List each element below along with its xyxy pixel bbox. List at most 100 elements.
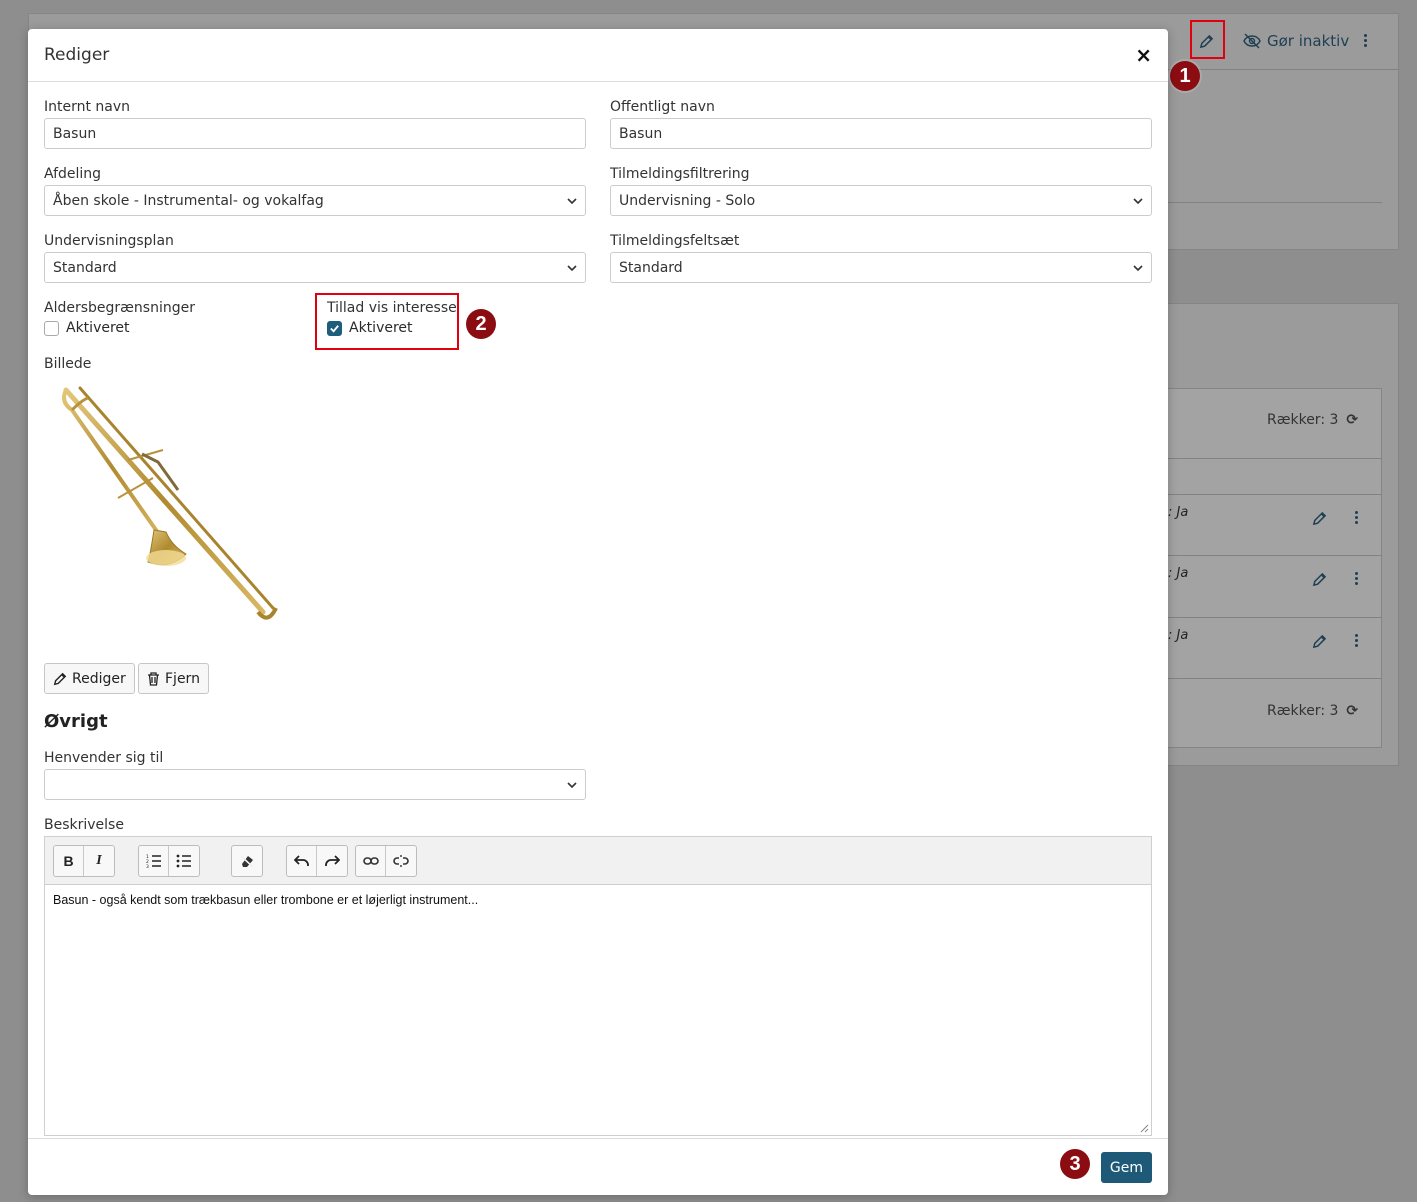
link-button[interactable]: [356, 846, 386, 876]
department-select[interactable]: Åben skole - Instrumental- og vokalfag: [44, 185, 586, 216]
italic-button[interactable]: I: [84, 846, 114, 876]
row-text: : Ja: [1168, 505, 1189, 520]
edit-modal: Rediger × Internt navn Basun Offentligt …: [28, 29, 1168, 1195]
teaching-plan-value: Standard: [53, 259, 117, 276]
redo-icon: [324, 855, 340, 866]
row-edit-button[interactable]: [1312, 572, 1327, 587]
teaching-plan-select[interactable]: Standard: [44, 252, 586, 283]
row-text: : Ja: [1168, 566, 1189, 581]
divider: [1150, 555, 1382, 556]
save-button[interactable]: Gem: [1100, 1152, 1152, 1183]
annotation-marker-2: 2: [466, 309, 496, 339]
chevron-down-icon: [567, 781, 577, 788]
row-edit-button[interactable]: [1312, 634, 1327, 649]
redo-button[interactable]: [317, 846, 347, 876]
annotation-marker-1: 1: [1170, 61, 1200, 91]
divider: [1168, 202, 1382, 203]
eye-slash-icon: [1243, 33, 1261, 49]
bullet-list-icon: [176, 854, 191, 868]
trash-icon: [148, 671, 159, 686]
pencil-icon: [1312, 634, 1327, 649]
department-label: Afdeling: [44, 166, 102, 182]
edit-image-label: Rediger: [72, 670, 126, 687]
row-menu-button[interactable]: [1355, 634, 1358, 647]
unlink-icon: [393, 855, 409, 867]
close-icon[interactable]: ×: [1135, 45, 1152, 65]
public-name-input[interactable]: Basun: [610, 118, 1152, 149]
trombone-image: [62, 386, 278, 620]
internal-name-label: Internt navn: [44, 99, 131, 115]
row-menu-button[interactable]: [1355, 572, 1358, 585]
divider: [1150, 494, 1382, 495]
undo-button[interactable]: [287, 846, 317, 876]
refresh-icon[interactable]: ⟳: [1346, 703, 1358, 719]
teaching-plan-label: Undervisningsplan: [44, 233, 174, 249]
kebab-icon: [1355, 634, 1358, 647]
rows-count-top: Rækker: 3 ⟳: [1267, 412, 1358, 428]
make-inactive-label: Gør inaktiv: [1267, 32, 1350, 50]
bullet-list-button[interactable]: [169, 846, 199, 876]
divider: [1150, 617, 1382, 618]
make-inactive-button[interactable]: Gør inaktiv: [1243, 32, 1349, 50]
row-edit-button[interactable]: [1312, 511, 1327, 526]
remove-image-label: Fjern: [165, 670, 200, 687]
registration-fieldset-label: Tilmeldingsfeltsæt: [610, 233, 740, 249]
age-limits-checkbox[interactable]: [44, 320, 59, 336]
ordered-list-icon: 123: [146, 854, 161, 868]
description-editor[interactable]: B I 123 Basun - også kendt som trækbasun…: [44, 836, 1152, 1136]
clear-format-group: [231, 845, 263, 877]
divider: [1150, 458, 1382, 459]
rows-count-label: Rækker: 3: [1267, 412, 1339, 428]
ordered-list-button[interactable]: 123: [139, 846, 169, 876]
description-text[interactable]: Basun - også kendt som trækbasun eller t…: [45, 885, 1151, 915]
pencil-icon: [53, 672, 67, 685]
kebab-icon: [1355, 511, 1358, 524]
registration-fieldset-select[interactable]: Standard: [610, 252, 1152, 283]
registration-filter-label: Tilmeldingsfiltrering: [610, 166, 750, 182]
link-icon: [362, 857, 379, 865]
internal-name-input[interactable]: Basun: [44, 118, 586, 149]
refresh-icon[interactable]: ⟳: [1346, 412, 1358, 428]
more-menu-button[interactable]: [1364, 34, 1367, 47]
age-limits-label: Aldersbegrænsninger: [44, 300, 195, 316]
format-group: B I: [53, 845, 115, 877]
registration-fieldset-value: Standard: [619, 259, 683, 276]
annotation-marker-3: 3: [1060, 1149, 1090, 1179]
remove-image-button[interactable]: Fjern: [138, 663, 209, 694]
modal-header: Rediger ×: [28, 29, 1168, 82]
other-section-title: Øvrigt: [44, 711, 108, 732]
registration-filter-select[interactable]: Undervisning - Solo: [610, 185, 1152, 216]
chevron-down-icon: [1133, 264, 1143, 271]
clear-format-button[interactable]: [232, 846, 262, 876]
unlink-button[interactable]: [386, 846, 416, 876]
row-menu-button[interactable]: [1355, 511, 1358, 524]
age-limits-checkbox-row[interactable]: Aktiveret: [44, 320, 130, 336]
row-text: : Ja: [1168, 628, 1189, 643]
rows-count-label: Rækker: 3: [1267, 703, 1339, 719]
registration-filter-value: Undervisning - Solo: [619, 192, 756, 209]
divider: [1150, 678, 1382, 679]
history-group: [286, 845, 348, 877]
pencil-icon: [1312, 511, 1327, 526]
modal-footer: Gem: [28, 1138, 1168, 1195]
public-name-label: Offentligt navn: [610, 99, 715, 115]
department-value: Åben skole - Instrumental- og vokalfag: [53, 192, 324, 209]
divider: [1168, 69, 1399, 70]
link-group: [355, 845, 417, 877]
image-label: Billede: [44, 356, 92, 372]
edit-image-button[interactable]: Rediger: [44, 663, 135, 694]
editor-toolbar: B I 123: [45, 837, 1151, 885]
internal-name-value: Basun: [53, 125, 97, 142]
description-label: Beskrivelse: [44, 817, 124, 833]
addressed-to-label: Henvender sig til: [44, 750, 164, 766]
addressed-to-select[interactable]: [44, 769, 586, 800]
svg-text:3: 3: [146, 864, 149, 868]
highlight-box-edit: [1190, 20, 1225, 59]
chevron-down-icon: [1133, 197, 1143, 204]
list-group: 123: [138, 845, 200, 877]
highlight-box-allow-interest: [315, 293, 459, 350]
resize-handle-icon[interactable]: [1140, 1124, 1149, 1133]
undo-icon: [294, 855, 309, 866]
chevron-down-icon: [567, 197, 577, 204]
bold-button[interactable]: B: [54, 846, 84, 876]
